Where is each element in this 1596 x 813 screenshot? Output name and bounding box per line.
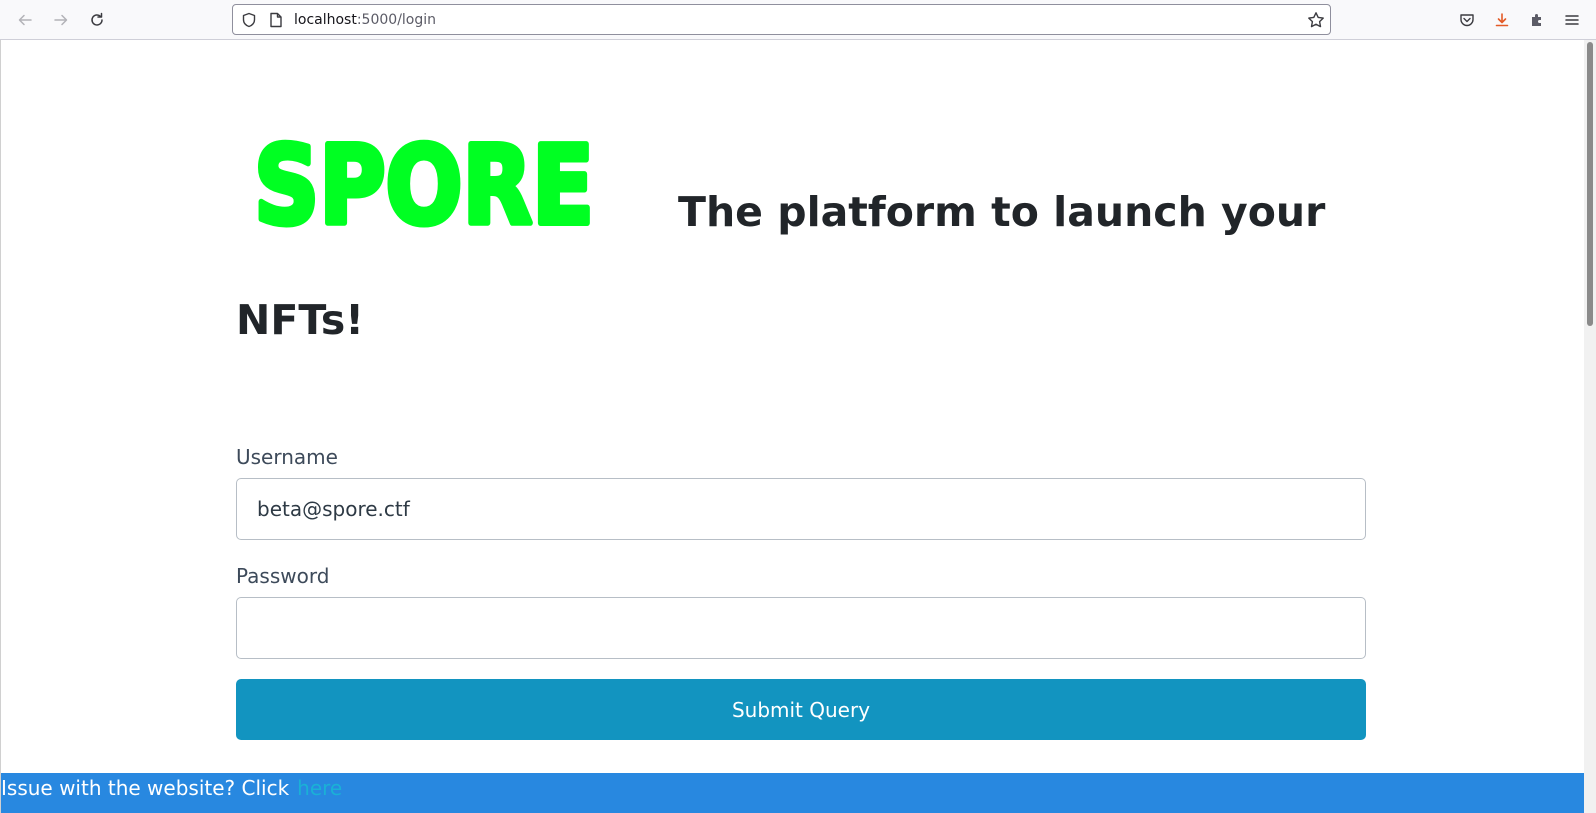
- issue-text: Issue with the website? Click: [1, 776, 290, 800]
- back-button[interactable]: [11, 6, 39, 34]
- page-title: The platform to launch your NFTs!: [236, 188, 1326, 344]
- submit-button[interactable]: Submit Query: [236, 679, 1366, 740]
- pocket-icon: [1460, 14, 1474, 27]
- reload-button[interactable]: [83, 6, 111, 34]
- login-form: Username beta@spore.ctf Password Submit …: [236, 444, 1366, 740]
- page-icon[interactable]: [267, 11, 285, 29]
- scrollbar-thumb[interactable]: [1587, 42, 1593, 326]
- password-label: Password: [236, 564, 330, 588]
- back-icon: [18, 14, 32, 26]
- url-path: :5000/login: [356, 12, 437, 28]
- forward-icon: [54, 14, 68, 26]
- shield-icon[interactable]: [240, 11, 258, 29]
- page-scrollbar[interactable]: [1584, 40, 1596, 813]
- extensions-icon: [1532, 14, 1541, 26]
- bookmark-star-icon[interactable]: [1307, 11, 1325, 29]
- reload-icon: [91, 12, 103, 26]
- pocket-button[interactable]: [1455, 8, 1479, 32]
- extensions-button[interactable]: [1525, 8, 1549, 32]
- username-label: Username: [236, 445, 338, 469]
- menu-button[interactable]: [1560, 8, 1584, 32]
- password-field[interactable]: [236, 597, 1366, 659]
- issue-report-link[interactable]: here: [297, 776, 342, 800]
- download-icon: [1495, 13, 1509, 27]
- forward-button[interactable]: [47, 6, 75, 34]
- url-host: localhost: [294, 12, 357, 28]
- username-field[interactable]: beta@spore.ctf: [236, 478, 1366, 540]
- url-text[interactable]: localhost:5000/login: [294, 11, 436, 29]
- address-bar[interactable]: localhost:5000/login: [232, 4, 1331, 35]
- issue-report-bar: Issue with the website? Click here: [1, 773, 1585, 813]
- menu-icon: [1565, 15, 1579, 25]
- username-value: beta@spore.ctf: [257, 497, 410, 521]
- page-viewport: SPORE The platform to launch your NFTs! …: [0, 40, 1596, 813]
- downloads-button[interactable]: [1490, 8, 1514, 32]
- browser-toolbar: localhost:5000/login: [0, 0, 1596, 40]
